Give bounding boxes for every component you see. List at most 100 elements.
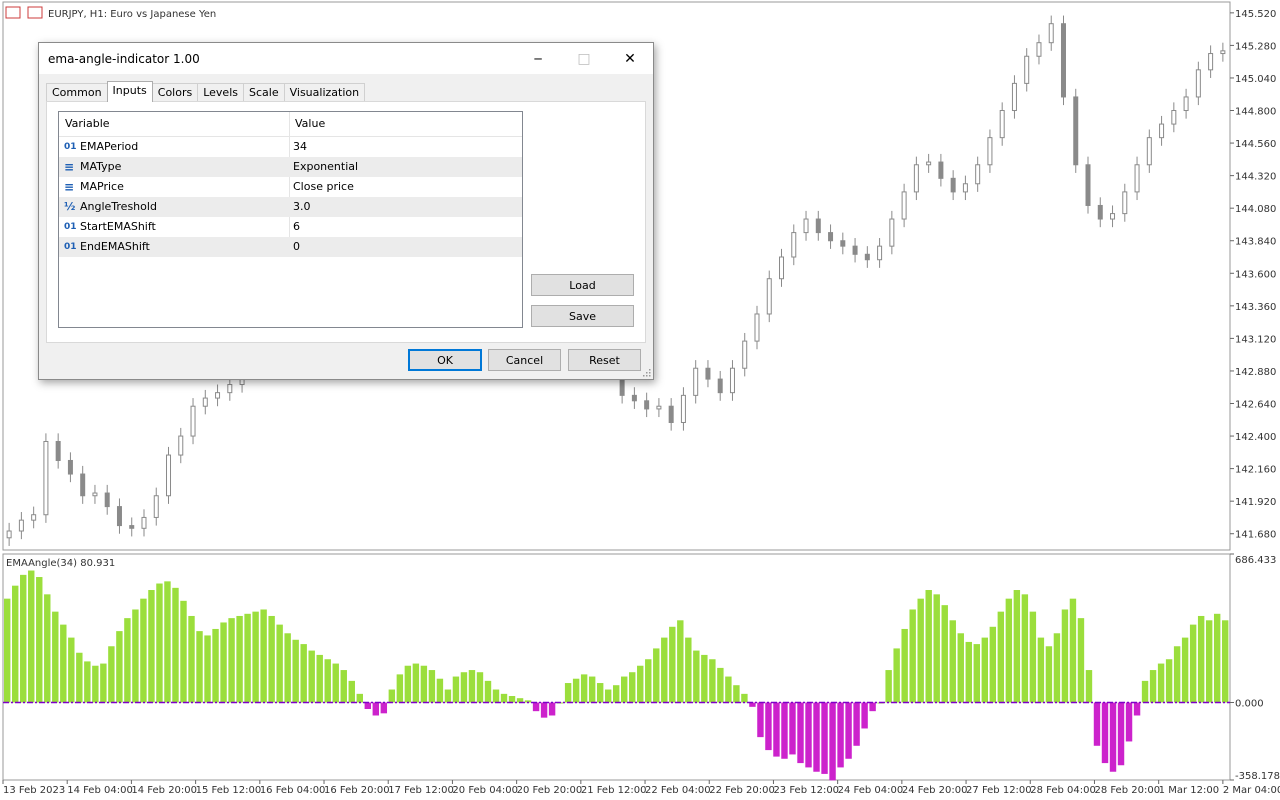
indicator-bar [661, 637, 668, 703]
indicator-bar [164, 581, 171, 703]
input-row-angletreshold[interactable]: ½ AngleTreshold 3.0 [59, 197, 522, 217]
close-button[interactable]: ✕ [607, 43, 653, 74]
ok-button[interactable]: OK [408, 349, 482, 371]
indicator-bar [236, 615, 243, 703]
candle-body [656, 405, 662, 410]
input-row-matype[interactable]: ≡ MAType Exponential [59, 157, 522, 177]
indicator-bar [1109, 702, 1117, 772]
variable-value[interactable]: 3.0 [293, 197, 311, 217]
input-row-endemashift[interactable]: 01 EndEMAShift 0 [59, 237, 522, 257]
time-axis-label: 13 Feb 2023 [3, 785, 65, 796]
chart-header-text: EURJPY, H1: Euro vs Japanese Yen [48, 9, 216, 20]
candle-body [67, 459, 73, 475]
tab-visualization[interactable]: Visualization [283, 83, 366, 102]
variable-value[interactable]: Exponential [293, 157, 358, 177]
candle-body [828, 232, 834, 242]
candle-body [1024, 55, 1030, 84]
candle-body [631, 394, 637, 402]
tab-common[interactable]: Common [46, 83, 108, 102]
indicator-bar [1173, 646, 1181, 703]
indicator-axis-label: 0.000 [1235, 699, 1264, 710]
candle-body [913, 164, 919, 193]
indicator-bar [733, 685, 740, 703]
candle-body [1183, 96, 1189, 112]
time-axis-label: 22 Feb 20:00 [709, 785, 775, 796]
variable-name: StartEMAShift [80, 220, 156, 233]
time-axis-label: 24 Feb 04:00 [838, 785, 904, 796]
indicator-bar [172, 587, 179, 703]
candle-body [680, 394, 686, 423]
tab-inputs[interactable]: Inputs [106, 81, 153, 102]
dialog-titlebar[interactable]: ema-angle-indicator 1.00 ─ □ ✕ [39, 43, 653, 74]
candle-body [1208, 53, 1214, 71]
indicator-label: EMAAngle(34) 80.931 [6, 558, 115, 569]
price-axis-label: 144.320 [1235, 172, 1276, 183]
indicator-bar [484, 680, 492, 703]
time-axis-label: 2 Mar 04:00 [1223, 785, 1280, 796]
indicator-bar [220, 622, 227, 703]
indicator-bar [965, 641, 972, 703]
chart-type-icon[interactable] [27, 6, 43, 19]
input-row-maprice[interactable]: ≡ MAPrice Close price [59, 177, 522, 197]
indicator-bar [1037, 637, 1045, 703]
price-axis-label: 143.600 [1235, 269, 1276, 280]
indicator-bar [532, 702, 540, 712]
column-header-variable[interactable]: Variable [65, 114, 110, 134]
indicator-bar [396, 674, 404, 703]
candle-body [742, 340, 748, 369]
time-axis-label: 16 Feb 04:00 [260, 785, 326, 796]
indicator-bar [1045, 646, 1053, 703]
indicator-bar [853, 702, 860, 746]
indicator-properties-dialog: ema-angle-indicator 1.00 ─ □ ✕ Common In… [38, 42, 654, 380]
indicator-bar [260, 609, 267, 703]
indicator-bar [1157, 663, 1165, 703]
candle-body [926, 161, 932, 166]
indicator-bar [1077, 618, 1085, 703]
cancel-button[interactable]: Cancel [488, 349, 561, 371]
load-button[interactable]: Load [531, 274, 634, 296]
variable-value[interactable]: Close price [293, 177, 354, 197]
indicator-bar [837, 702, 844, 768]
candle-body [202, 397, 208, 407]
candle-body [705, 367, 711, 380]
indicator-bar [621, 676, 628, 703]
variable-value[interactable]: 6 [293, 217, 300, 237]
indicator-bar [612, 685, 620, 703]
candle-body [1146, 137, 1152, 166]
input-row-startemashift[interactable]: 01 StartEMAShift 6 [59, 217, 522, 237]
variable-value[interactable]: 0 [293, 237, 300, 257]
indicator-bar [653, 648, 660, 703]
indicator-bar [917, 598, 924, 703]
indicator-bar [1149, 670, 1157, 703]
indicator-bar [356, 693, 363, 703]
indicator-bar [476, 672, 484, 703]
time-axis-label: 20 Feb 20:00 [517, 785, 583, 796]
candle-body [129, 525, 135, 529]
indicator-bar [252, 611, 259, 703]
indicator-bar [68, 637, 75, 703]
indicator-bar [1117, 702, 1125, 766]
resize-grip-icon[interactable] [641, 367, 651, 377]
chart-menu-icon[interactable] [5, 6, 21, 19]
indicator-bar [1053, 633, 1061, 703]
tab-scale[interactable]: Scale [243, 83, 285, 102]
variable-name: EMAPeriod [80, 140, 139, 153]
indicator-bar [580, 674, 588, 703]
tab-colors[interactable]: Colors [151, 83, 199, 102]
candle-body [975, 164, 981, 185]
indicator-bar [797, 702, 804, 764]
indicator-bar [36, 577, 43, 703]
input-row-emaperiod[interactable]: 01 EMAPeriod 34 [59, 137, 522, 157]
variable-value[interactable]: 34 [293, 137, 307, 157]
candle-body [668, 405, 674, 423]
indicator-bar [805, 702, 812, 768]
reset-button[interactable]: Reset [568, 349, 641, 371]
variable-name: AngleTreshold [80, 200, 157, 213]
inputs-panel: Variable Value 01 EMAPeriod 34 ≡ MAType … [46, 101, 646, 343]
tab-levels[interactable]: Levels [197, 83, 244, 102]
minimize-button[interactable]: ─ [515, 43, 561, 74]
column-header-value[interactable]: Value [295, 114, 325, 134]
save-button[interactable]: Save [531, 305, 634, 327]
candle-body [962, 183, 968, 193]
price-axis-label: 145.520 [1235, 9, 1276, 20]
